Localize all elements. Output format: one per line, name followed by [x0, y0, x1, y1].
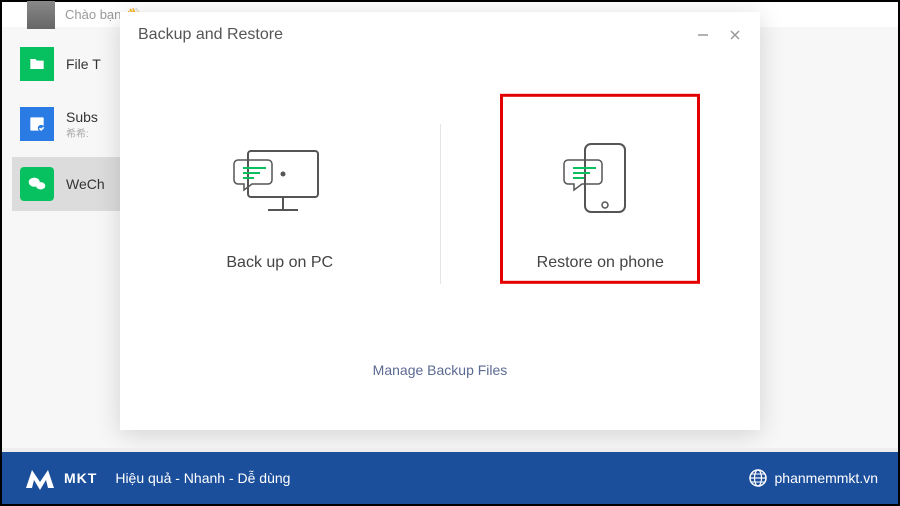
dialog-footer: Manage Backup Files: [120, 354, 760, 400]
subscription-icon: [20, 107, 54, 141]
logo-mark-icon: [22, 460, 58, 496]
folder-icon: [20, 47, 54, 81]
dialog-header: Backup and Restore: [120, 12, 760, 54]
minimize-button[interactable]: [696, 28, 710, 42]
backup-on-pc-option[interactable]: Back up on PC: [120, 136, 440, 272]
sidebar-item-label: WeCh: [66, 176, 105, 192]
pc-icon: [230, 136, 330, 226]
globe-icon: [749, 469, 767, 487]
sidebar: File T Subs 希希: WeCh: [12, 27, 132, 217]
footer-left: MKT Hiệu quả - Nhanh - Dễ dùng: [22, 460, 290, 496]
footer-url: phanmemmkt.vn: [775, 470, 878, 486]
window-controls: [696, 28, 742, 42]
backup-label: Back up on PC: [226, 254, 333, 272]
wechat-icon: [20, 167, 54, 201]
sidebar-item-subscriptions[interactable]: Subs 希希:: [12, 97, 132, 151]
footer-right: phanmemmkt.vn: [749, 469, 878, 487]
footer-tagline: Hiệu quả - Nhanh - Dễ dùng: [115, 470, 290, 486]
dialog-title: Backup and Restore: [138, 26, 283, 44]
dialog-body: Back up on PC Restore on phone: [120, 54, 760, 354]
logo-text: MKT: [64, 470, 97, 486]
footer-logo: MKT: [22, 460, 97, 496]
manage-backup-files-link[interactable]: Manage Backup Files: [373, 362, 508, 378]
close-button[interactable]: [728, 28, 742, 42]
page-footer: MKT Hiệu quả - Nhanh - Dễ dùng phanmemmk…: [2, 452, 898, 504]
backup-restore-dialog: Backup and Restore: [120, 12, 760, 430]
sidebar-item-wechat[interactable]: WeCh: [12, 157, 132, 211]
sidebar-item-label: File T: [66, 56, 101, 72]
sidebar-item-label: Subs: [66, 109, 98, 125]
sidebar-item-file-transfer[interactable]: File T: [12, 37, 132, 91]
avatar: [27, 1, 55, 29]
phone-icon: [550, 136, 650, 226]
restore-label: Restore on phone: [537, 254, 664, 272]
sidebar-item-sublabel: 希希:: [66, 125, 98, 140]
restore-on-phone-option[interactable]: Restore on phone: [441, 136, 761, 272]
